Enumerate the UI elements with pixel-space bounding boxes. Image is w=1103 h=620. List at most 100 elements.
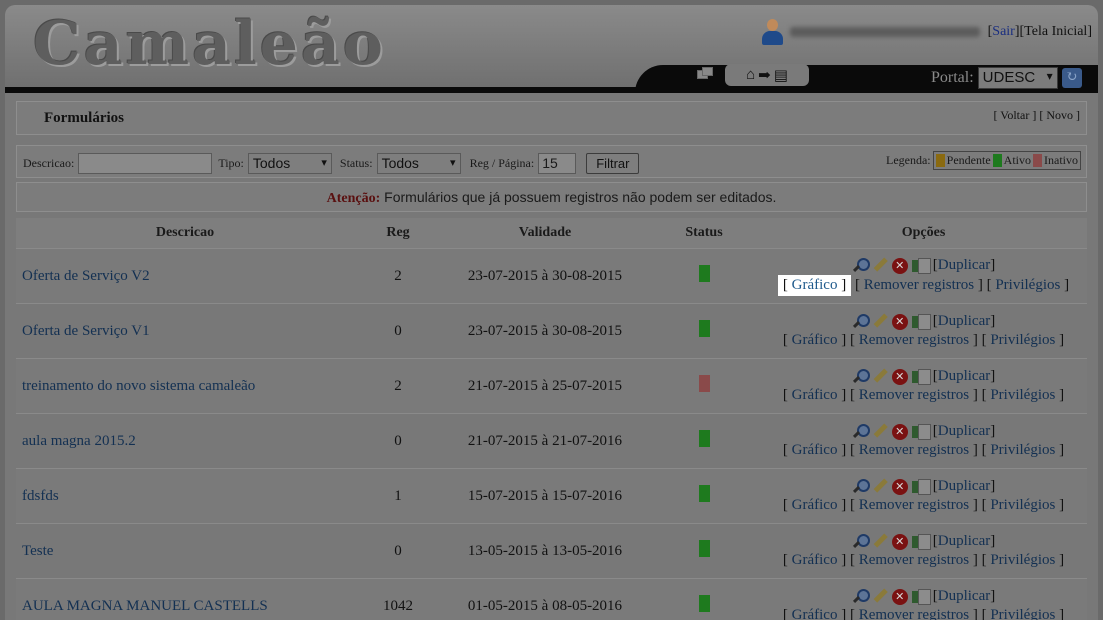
delete-icon[interactable]: ✕ xyxy=(891,368,908,385)
header-descricao[interactable]: Descricao xyxy=(16,225,354,241)
status-indicator xyxy=(698,540,710,557)
reg-count: 1042 xyxy=(383,597,413,614)
logout-link[interactable]: Sair xyxy=(992,24,1015,39)
view-icon[interactable] xyxy=(852,533,870,550)
form-name-link[interactable]: Teste xyxy=(16,543,354,560)
legend-swatch-inativo xyxy=(1033,154,1042,167)
arrow-right-icon[interactable]: ➡ xyxy=(758,66,771,85)
privileges-link[interactable]: Privilégios xyxy=(990,552,1055,568)
list-icon[interactable]: ▤ xyxy=(774,66,788,85)
home-icon[interactable]: ⌂ xyxy=(746,67,755,84)
delete-icon[interactable]: ✕ xyxy=(891,423,908,440)
export-icon[interactable] xyxy=(911,313,931,330)
refresh-icon[interactable]: ↻ xyxy=(1061,68,1082,88)
header-validade[interactable]: Validade xyxy=(442,225,648,241)
remove-records-link[interactable]: Remover registros xyxy=(864,277,974,293)
edit-icon[interactable] xyxy=(868,530,891,553)
legend-label: Legenda: xyxy=(886,153,931,167)
export-icon[interactable] xyxy=(911,478,931,495)
delete-icon[interactable]: ✕ xyxy=(891,313,908,330)
export-icon[interactable] xyxy=(911,257,931,274)
table-row: Teste 0 13-05-2015 à 13-05-2016 ✕ [Duplicar]… xyxy=(16,523,1087,578)
privileges-link[interactable]: Privilégios xyxy=(995,277,1060,293)
edit-icon[interactable] xyxy=(868,475,891,498)
remove-records-link[interactable]: Remover registros xyxy=(859,442,969,458)
view-icon[interactable] xyxy=(852,478,870,495)
chart-link[interactable]: Gráfico xyxy=(792,552,838,568)
remove-records-link[interactable]: Remover registros xyxy=(859,552,969,568)
header-status[interactable]: Status xyxy=(648,225,760,241)
windows-icon[interactable] xyxy=(697,67,715,81)
remove-records-link[interactable]: Remover registros xyxy=(859,387,969,403)
form-name-link[interactable]: fdsfds xyxy=(16,488,354,505)
view-icon[interactable] xyxy=(852,423,870,440)
view-icon[interactable] xyxy=(852,313,870,330)
view-icon[interactable] xyxy=(852,257,870,274)
export-icon[interactable] xyxy=(911,588,931,605)
descricao-input[interactable] xyxy=(78,153,213,174)
delete-icon[interactable]: ✕ xyxy=(891,588,908,605)
duplicate-link[interactable]: Duplicar xyxy=(938,588,990,604)
privileges-link[interactable]: Privilégios xyxy=(990,332,1055,348)
remove-records-link[interactable]: Remover registros xyxy=(859,607,969,620)
tipo-select[interactable]: Todos xyxy=(247,153,332,174)
perpage-input[interactable]: 15 xyxy=(538,153,577,174)
duplicate-link[interactable]: Duplicar xyxy=(938,257,990,273)
status-indicator xyxy=(698,430,710,447)
notice-panel: Atenção: Formulários que já possuem regi… xyxy=(16,182,1087,212)
delete-icon[interactable]: ✕ xyxy=(891,533,908,550)
portal-select[interactable]: UDESC xyxy=(977,67,1058,89)
chart-link-wrap: [ Gráfico ] xyxy=(782,332,847,348)
back-link[interactable]: Voltar xyxy=(1000,108,1029,122)
chart-link[interactable]: Gráfico xyxy=(792,277,838,293)
chart-link[interactable]: Gráfico xyxy=(792,442,838,458)
forms-table: Descricao Reg Validade Status Opções Ofe… xyxy=(16,218,1087,620)
export-icon[interactable] xyxy=(911,533,931,550)
edit-icon[interactable] xyxy=(868,254,891,277)
duplicate-link[interactable]: Duplicar xyxy=(938,313,990,329)
header-reg[interactable]: Reg xyxy=(354,225,442,241)
edit-icon[interactable] xyxy=(868,365,891,388)
duplicate-link[interactable]: Duplicar xyxy=(938,478,990,494)
header-opcoes: Opções xyxy=(901,225,946,240)
edit-icon[interactable] xyxy=(868,585,891,608)
status-select[interactable]: Todos xyxy=(376,153,461,174)
delete-icon[interactable]: ✕ xyxy=(891,478,908,495)
status-cell xyxy=(648,485,760,507)
form-name-link[interactable]: Oferta de Serviço V1 xyxy=(16,323,354,340)
chart-link[interactable]: Gráfico xyxy=(792,607,838,620)
status-cell xyxy=(648,540,760,562)
export-icon[interactable] xyxy=(911,368,931,385)
delete-icon[interactable]: ✕ xyxy=(891,257,908,274)
table-body: Oferta de Serviço V2 2 23-07-2015 à 30-08-… xyxy=(16,248,1087,620)
status-indicator xyxy=(698,595,710,612)
filter-button[interactable]: Filtrar xyxy=(586,153,640,174)
form-name-link[interactable]: aula magna 2015.2 xyxy=(16,433,354,450)
view-icon[interactable] xyxy=(852,368,870,385)
chart-link[interactable]: Gráfico xyxy=(792,387,838,403)
home-link[interactable]: Tela Inicial xyxy=(1024,24,1087,39)
legend-item-inativo: Inativo xyxy=(1044,153,1078,167)
remove-records-link[interactable]: Remover registros xyxy=(859,332,969,348)
privileges-link[interactable]: Privilégios xyxy=(990,442,1055,458)
new-link[interactable]: Novo xyxy=(1046,108,1073,122)
privileges-link[interactable]: Privilégios xyxy=(990,387,1055,403)
privileges-link[interactable]: Privilégios xyxy=(990,607,1055,620)
duplicate-link[interactable]: Duplicar xyxy=(938,423,990,439)
form-name-link[interactable]: AULA MAGNA MANUEL CASTELLS xyxy=(16,598,354,615)
privileges-link[interactable]: Privilégios xyxy=(990,497,1055,513)
table-row: aula magna 2015.2 0 21-07-2015 à 21-07-201… xyxy=(16,413,1087,468)
legend-swatch-pendente xyxy=(935,154,945,167)
edit-icon[interactable] xyxy=(868,310,891,333)
nav-pill: ⌂ ➡ ▤ xyxy=(725,64,809,86)
chart-link[interactable]: Gráfico xyxy=(792,497,838,513)
form-name-link[interactable]: treinamento do novo sistema camaleão xyxy=(16,378,354,395)
remove-records-link[interactable]: Remover registros xyxy=(859,497,969,513)
view-icon[interactable] xyxy=(852,588,870,605)
chart-link[interactable]: Gráfico xyxy=(792,332,838,348)
form-name-link[interactable]: Oferta de Serviço V2 xyxy=(16,268,354,285)
edit-icon[interactable] xyxy=(868,420,891,443)
duplicate-link[interactable]: Duplicar xyxy=(938,368,990,384)
duplicate-link[interactable]: Duplicar xyxy=(938,533,990,549)
export-icon[interactable] xyxy=(911,423,931,440)
